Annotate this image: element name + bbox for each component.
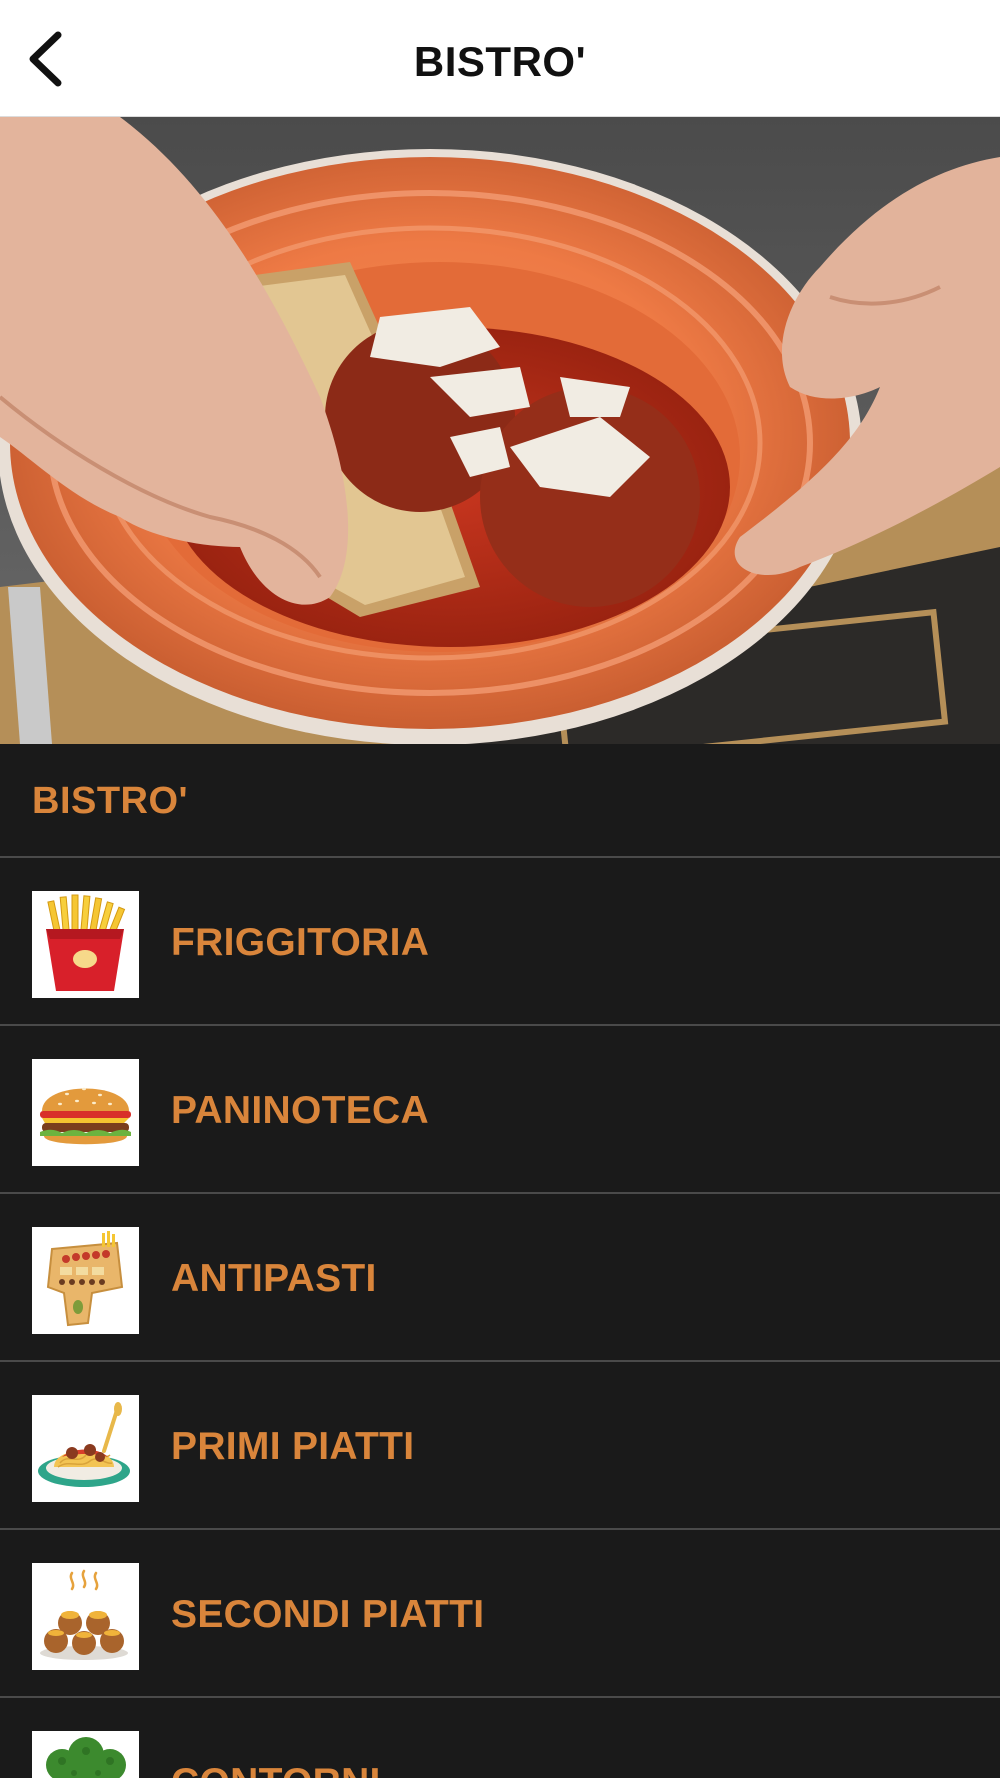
category-item-friggitoria[interactable]: FRIGGITORIA — [0, 858, 1000, 1026]
category-label: ANTIPASTI — [171, 1257, 377, 1300]
category-item-paninoteca[interactable]: PANINOTECA — [0, 1026, 1000, 1194]
spaghetti-plate-icon — [32, 1395, 139, 1502]
broccoli-icon — [32, 1731, 139, 1778]
french-fries-icon — [32, 891, 139, 998]
appetizer-board-icon — [32, 1227, 139, 1334]
category-list: FRIGGITORIA PANINOTECA ANTIPASTI PRIMI P… — [0, 858, 1000, 1778]
category-item-primi-piatti[interactable]: PRIMI PIATTI — [0, 1362, 1000, 1530]
category-item-secondi-piatti[interactable]: SECONDI PIATTI — [0, 1530, 1000, 1698]
burger-icon — [32, 1059, 139, 1166]
top-bar: BISTRO' — [0, 0, 1000, 117]
category-label: FRIGGITORIA — [171, 921, 430, 964]
page-title: BISTRO' — [413, 38, 587, 85]
category-label: PRIMI PIATTI — [171, 1425, 415, 1468]
category-label: PANINOTECA — [171, 1089, 429, 1132]
category-item-antipasti[interactable]: ANTIPASTI — [0, 1194, 1000, 1362]
meatballs-icon — [32, 1563, 139, 1670]
category-label: CONTORNI — [171, 1761, 381, 1778]
section-title: BISTRO' — [32, 780, 189, 822]
category-label: SECONDI PIATTI — [171, 1593, 485, 1636]
hero-image — [0, 117, 1000, 744]
section-header: BISTRO' — [0, 744, 1000, 858]
category-item-contorni[interactable]: CONTORNI — [0, 1698, 1000, 1778]
